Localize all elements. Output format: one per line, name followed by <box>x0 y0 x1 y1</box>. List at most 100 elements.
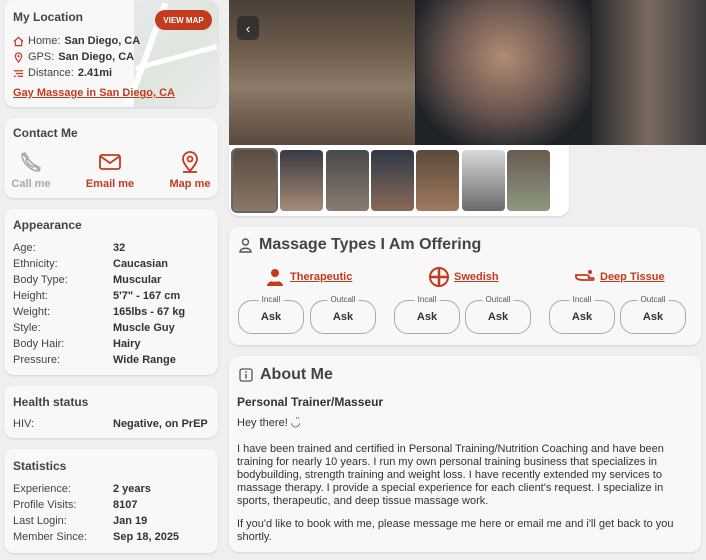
outcall-field[interactable]: Outcall Ask <box>620 295 686 334</box>
row-value: 32 <box>113 242 126 254</box>
thumbnail[interactable] <box>371 150 414 211</box>
location-pin-icon <box>14 51 23 63</box>
statistics-row: Experience: 2 years <box>13 483 151 495</box>
health-row: HIV: Negative, on PrEP <box>13 418 208 430</box>
massage-type-deep-tissue[interactable]: Deep Tissue <box>575 267 665 287</box>
massage-section-title: Massage Types I Am Offering <box>239 236 481 254</box>
row-key: Body Hair: <box>13 338 65 350</box>
incall-field[interactable]: Incall Ask <box>394 295 460 334</box>
distance-value: 2.41mi <box>77 67 113 79</box>
thumbnail[interactable] <box>507 150 550 211</box>
photo-gallery[interactable]: ‹ <box>229 0 706 145</box>
gps-row: GPS: San Diego, CA <box>13 51 134 63</box>
appearance-row: Style: Muscle Guy <box>13 322 175 334</box>
incall-field[interactable]: Incall Ask <box>238 295 304 334</box>
thumbnail[interactable] <box>231 148 278 213</box>
outcall-field[interactable]: Outcall Ask <box>465 295 531 334</box>
outcall-field[interactable]: Outcall Ask <box>310 295 376 334</box>
row-key: Body Type: <box>13 274 68 286</box>
outcall-label: Outcall <box>482 295 514 304</box>
phone-disabled-icon <box>21 151 42 172</box>
incall-label: Incall <box>414 295 440 304</box>
health-title: Health status <box>13 395 89 409</box>
email-label: Email me <box>85 178 135 190</box>
gallery-prev-button[interactable]: ‹ <box>237 16 259 40</box>
distance-label: Distance: <box>28 67 74 79</box>
about-booking-note: If you'd like to book with me, please me… <box>237 518 674 543</box>
appearance-title: Appearance <box>13 218 82 232</box>
appearance-card: Appearance Age: 32 Ethnicity: Caucasian Bo… <box>4 209 218 375</box>
row-value: 2 years <box>113 483 151 495</box>
thumbnail[interactable] <box>462 150 505 211</box>
thumbnail-strip <box>229 145 569 216</box>
row-value: Negative, on PrEP <box>113 418 208 430</box>
location-card: My Location VIEW MAP Home: San Diego, CA… <box>4 0 218 107</box>
thumbnail[interactable] <box>416 150 459 211</box>
row-key: Ethnicity: <box>13 258 58 270</box>
massage-types-card: Massage Types I Am Offering Therapeutic … <box>229 227 701 345</box>
about-title-text: About Me <box>260 366 333 383</box>
therapist-icon <box>267 269 283 286</box>
outcall-value: Ask <box>332 311 354 323</box>
massage-type-swedish[interactable]: Swedish <box>429 267 499 287</box>
city-link[interactable]: Gay Massage in San Diego, CA <box>13 87 175 99</box>
appearance-row: Pressure: Wide Range <box>13 354 176 366</box>
massage-type-name: Swedish <box>454 271 499 283</box>
incall-label: Incall <box>258 295 284 304</box>
gallery-photo[interactable] <box>416 0 591 145</box>
statistics-card: Statistics Experience: 2 years Profile Vi… <box>4 449 218 553</box>
row-key: Style: <box>13 322 41 334</box>
row-key: Profile Visits: <box>13 499 77 511</box>
distance-row: Distance: 2.41mi <box>13 67 112 79</box>
swedish-cross-icon <box>429 267 449 287</box>
row-key: HIV: <box>13 418 34 430</box>
outcall-value: Ask <box>642 311 664 323</box>
masseur-icon <box>239 237 252 253</box>
map-label: Map me <box>169 178 211 190</box>
massage-hand-icon <box>575 270 595 281</box>
row-value: Hairy <box>113 338 141 350</box>
massage-title-text: Massage Types I Am Offering <box>259 236 482 253</box>
incall-field[interactable]: Incall Ask <box>549 295 615 334</box>
thumbnail[interactable] <box>280 150 323 211</box>
contact-title: Contact Me <box>13 126 78 140</box>
statistics-row: Last Login: Jan 19 <box>13 515 147 527</box>
appearance-row: Body Hair: Hairy <box>13 338 141 350</box>
home-label: Home: <box>28 35 61 47</box>
incall-label: Incall <box>569 295 595 304</box>
row-value: 8107 <box>113 499 138 511</box>
row-value: Wide Range <box>113 354 176 366</box>
row-value: 165lbs - 67 kg <box>113 306 186 318</box>
row-key: Experience: <box>13 483 72 495</box>
row-value: Sep 18, 2025 <box>113 531 180 543</box>
thumbnail[interactable] <box>326 150 369 211</box>
appearance-row: Height: 5'7" - 167 cm <box>13 290 180 302</box>
call-label: Call me <box>11 178 51 190</box>
appearance-row: Weight: 165lbs - 67 kg <box>13 306 185 318</box>
statistics-title: Statistics <box>13 459 67 473</box>
outcall-label: Outcall <box>637 295 669 304</box>
row-value: Caucasian <box>113 258 169 270</box>
home-value: San Diego, CA <box>64 35 141 47</box>
massage-type-name: Therapeutic <box>290 271 353 283</box>
row-key: Member Since: <box>13 531 87 543</box>
email-button[interactable]: Email me <box>80 150 140 190</box>
distance-icon <box>13 69 24 77</box>
appearance-row: Ethnicity: Caucasian <box>13 258 168 270</box>
gallery-photo[interactable] <box>592 0 706 145</box>
gps-label: GPS: <box>28 51 55 63</box>
massage-type-therapeutic[interactable]: Therapeutic <box>265 267 352 287</box>
map-button[interactable]: Map me <box>160 150 220 190</box>
row-value: Muscle Guy <box>113 322 175 334</box>
view-map-button[interactable]: VIEW MAP <box>155 10 212 30</box>
call-button[interactable]: Call me <box>1 150 61 190</box>
incall-value: Ask <box>260 311 282 323</box>
about-section-title: About Me <box>239 366 333 384</box>
location-title: My Location <box>13 10 84 24</box>
gps-value: San Diego, CA <box>58 51 135 63</box>
incall-value: Ask <box>571 311 593 323</box>
statistics-row: Profile Visits: 8107 <box>13 499 137 511</box>
row-value: 5'7" - 167 cm <box>113 290 181 302</box>
row-key: Pressure: <box>13 354 61 366</box>
row-key: Last Login: <box>13 515 67 527</box>
